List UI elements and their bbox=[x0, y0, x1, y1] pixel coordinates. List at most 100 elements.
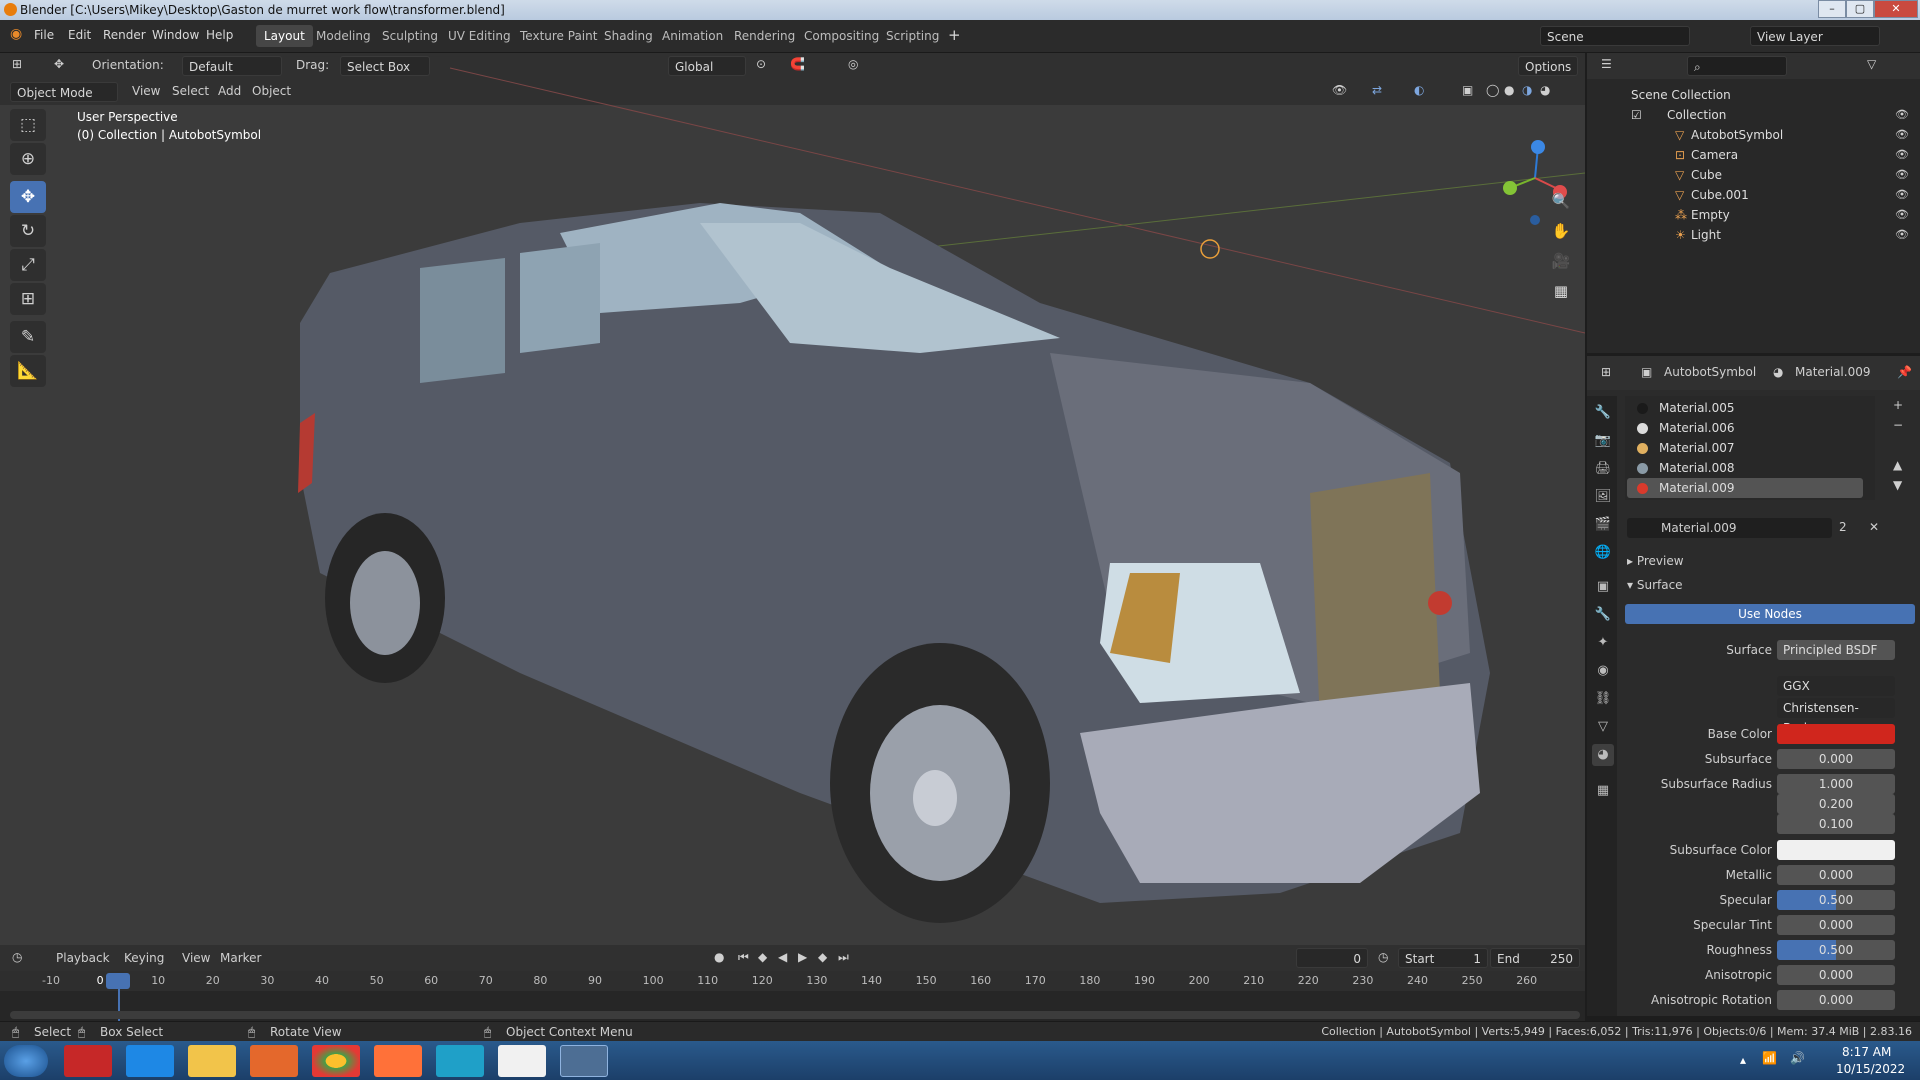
user-count[interactable]: 2 bbox=[1839, 520, 1847, 534]
view-layer-tab-icon[interactable]: 🖼 bbox=[1592, 486, 1614, 508]
tab-scripting[interactable]: Scripting bbox=[878, 25, 947, 47]
move-slot-up-icon[interactable]: ▲ bbox=[1893, 458, 1902, 472]
editor-type-icon[interactable]: ◷ bbox=[12, 950, 22, 964]
material-slot[interactable]: Material.005 bbox=[1627, 398, 1863, 418]
tab-shading[interactable]: Shading bbox=[596, 25, 661, 47]
roughness-slider[interactable]: 0.500 bbox=[1777, 940, 1895, 960]
timeline-menu-playback[interactable]: Playback bbox=[56, 951, 110, 965]
frame-ruler[interactable]: -10 0 10 20 30 40 50 60 70 80 90 100 110 120 130 140 150… bbox=[0, 971, 1585, 991]
scene-collection-row[interactable]: Scene Collection bbox=[1587, 85, 1920, 105]
internet-explorer-icon[interactable] bbox=[126, 1045, 174, 1077]
visibility-eye-icon[interactable]: 👁 bbox=[1895, 145, 1909, 165]
pan-view-icon[interactable]: ✋ bbox=[1548, 218, 1574, 244]
subsurface-radius-z-field[interactable]: 0.100 bbox=[1777, 814, 1895, 834]
transform-tool-icon[interactable]: ⊞ bbox=[10, 283, 46, 315]
material-slot[interactable]: Material.006 bbox=[1627, 418, 1863, 438]
move-tool-icon[interactable]: ✥ bbox=[10, 181, 46, 213]
visibility-eye-icon[interactable]: 👁 bbox=[1895, 165, 1909, 185]
outliner-item-empty[interactable]: ⁂ Empty 👁 bbox=[1587, 205, 1920, 225]
perspective-toggle-icon[interactable]: ▦ bbox=[1548, 278, 1574, 304]
blender-taskbar-icon[interactable] bbox=[560, 1045, 608, 1077]
tab-uv-editing[interactable]: UV Editing bbox=[440, 25, 519, 47]
network-icon[interactable]: 📶 bbox=[1762, 1051, 1777, 1065]
end-frame-field[interactable]: End 250 bbox=[1490, 948, 1580, 968]
select-box-tool-icon[interactable]: ⬚ bbox=[10, 109, 46, 141]
modifier-tab-icon[interactable]: 🔧 bbox=[1592, 604, 1614, 626]
tray-up-arrow-icon[interactable]: ▴ bbox=[1740, 1053, 1746, 1067]
zoom-view-icon[interactable]: 🔍 bbox=[1548, 188, 1574, 214]
pin-icon[interactable]: 📌 bbox=[1897, 365, 1912, 379]
playhead[interactable] bbox=[106, 973, 130, 989]
specular-tint-field[interactable]: 0.000 bbox=[1777, 915, 1895, 935]
menu-edit[interactable]: Edit bbox=[68, 28, 91, 42]
jump-start-icon[interactable]: ⏮ bbox=[738, 950, 749, 965]
tab-layout[interactable]: Layout bbox=[256, 25, 313, 47]
file-explorer-icon[interactable] bbox=[188, 1045, 236, 1077]
render-tab-icon[interactable]: 📷 bbox=[1592, 430, 1614, 452]
chrome-icon[interactable] bbox=[312, 1045, 360, 1077]
specular-slider[interactable]: 0.500 bbox=[1777, 890, 1895, 910]
properties-editor-icon[interactable]: ⊞ bbox=[1601, 365, 1611, 379]
media-player-icon[interactable] bbox=[250, 1045, 298, 1077]
collection-row[interactable]: ☑ Collection 👁 bbox=[1587, 105, 1920, 125]
view-layer-selector[interactable]: View Layer bbox=[1750, 26, 1880, 46]
add-workspace-icon[interactable]: + bbox=[948, 26, 961, 44]
start-frame-field[interactable]: Start 1 bbox=[1398, 948, 1488, 968]
scene-selector[interactable]: Scene bbox=[1540, 26, 1690, 46]
material-slot-active[interactable]: Material.009 bbox=[1627, 478, 1863, 498]
timeline-menu-view[interactable]: View bbox=[182, 951, 210, 965]
tab-animation[interactable]: Animation bbox=[654, 25, 731, 47]
menu-window[interactable]: Window bbox=[152, 28, 199, 42]
subsurface-radius-x-field[interactable]: 1.000 bbox=[1777, 774, 1895, 794]
tool-tab-icon[interactable]: 🔧 bbox=[1592, 402, 1614, 424]
prev-keyframe-icon[interactable]: ◆ bbox=[758, 950, 767, 964]
play-icon[interactable]: ▶ bbox=[798, 950, 807, 964]
visibility-eye-icon[interactable]: 👁 bbox=[1895, 105, 1909, 125]
maximize-button[interactable]: ▢ bbox=[1846, 0, 1874, 18]
play-reverse-icon[interactable]: ◀ bbox=[778, 950, 787, 964]
outliner-item-camera[interactable]: ⊡ Camera 👁 bbox=[1587, 145, 1920, 165]
record-icon[interactable]: ● bbox=[714, 950, 724, 964]
scene-tab-icon[interactable]: 🎬 bbox=[1592, 514, 1614, 536]
volume-icon[interactable]: 🔊 bbox=[1790, 1051, 1805, 1065]
rotate-tool-icon[interactable]: ↻ bbox=[10, 215, 46, 247]
checkbox-icon[interactable]: ☑ bbox=[1631, 105, 1642, 125]
anisotropic-rotation-field[interactable]: 0.000 bbox=[1777, 990, 1895, 1010]
output-tab-icon[interactable]: 🖨 bbox=[1592, 458, 1614, 480]
blender-menu-icon[interactable]: ◉ bbox=[10, 26, 22, 42]
subsurface-field[interactable]: 0.000 bbox=[1777, 749, 1895, 769]
distribution-dropdown[interactable]: GGX bbox=[1777, 676, 1895, 696]
material-datablock-field[interactable]: Material.009 bbox=[1627, 518, 1832, 538]
twitch-icon[interactable] bbox=[498, 1045, 546, 1077]
scale-tool-icon[interactable]: ⤢ bbox=[10, 249, 46, 281]
surface-shader-dropdown[interactable]: Principled BSDF bbox=[1777, 640, 1895, 660]
menu-file[interactable]: File bbox=[34, 28, 54, 42]
surface-panel-header[interactable]: ▾ Surface bbox=[1627, 578, 1683, 592]
outliner-item-light[interactable]: ☀ Light 👁 bbox=[1587, 225, 1920, 245]
preview-panel-header[interactable]: ▸ Preview bbox=[1627, 554, 1684, 568]
constraints-tab-icon[interactable]: ⛓ bbox=[1592, 688, 1614, 710]
close-button[interactable]: ✕ bbox=[1874, 0, 1918, 18]
outliner-item-cube-001[interactable]: ▽ Cube.001 👁 bbox=[1587, 185, 1920, 205]
close-icon[interactable]: ✕ bbox=[1869, 520, 1879, 534]
current-frame-field[interactable]: 0 bbox=[1296, 948, 1368, 968]
material-slot[interactable]: Material.008 bbox=[1627, 458, 1863, 478]
add-slot-icon[interactable]: + bbox=[1893, 398, 1903, 412]
acrobat-icon[interactable] bbox=[64, 1045, 112, 1077]
visibility-eye-icon[interactable]: 👁 bbox=[1895, 185, 1909, 205]
firefox-icon[interactable] bbox=[374, 1045, 422, 1077]
annotate-tool-icon[interactable]: ✎ bbox=[10, 321, 46, 353]
next-keyframe-icon[interactable]: ◆ bbox=[818, 950, 827, 964]
tab-modeling[interactable]: Modeling bbox=[308, 25, 379, 47]
visibility-eye-icon[interactable]: 👁 bbox=[1895, 225, 1909, 245]
material-slot[interactable]: Material.007 bbox=[1627, 438, 1863, 458]
menu-help[interactable]: Help bbox=[206, 28, 233, 42]
tab-texture-paint[interactable]: Texture Paint bbox=[512, 25, 605, 47]
camera-view-icon[interactable]: 🎥 bbox=[1548, 248, 1574, 274]
clock-time[interactable]: 8:17 AM bbox=[1842, 1045, 1891, 1059]
tab-rendering[interactable]: Rendering bbox=[726, 25, 803, 47]
move-slot-down-icon[interactable]: ▼ bbox=[1893, 478, 1902, 492]
subsurface-method-dropdown[interactable]: Christensen-Burley bbox=[1777, 698, 1895, 735]
world-tab-icon[interactable]: 🌐 bbox=[1592, 542, 1614, 564]
start-button[interactable] bbox=[4, 1045, 48, 1077]
